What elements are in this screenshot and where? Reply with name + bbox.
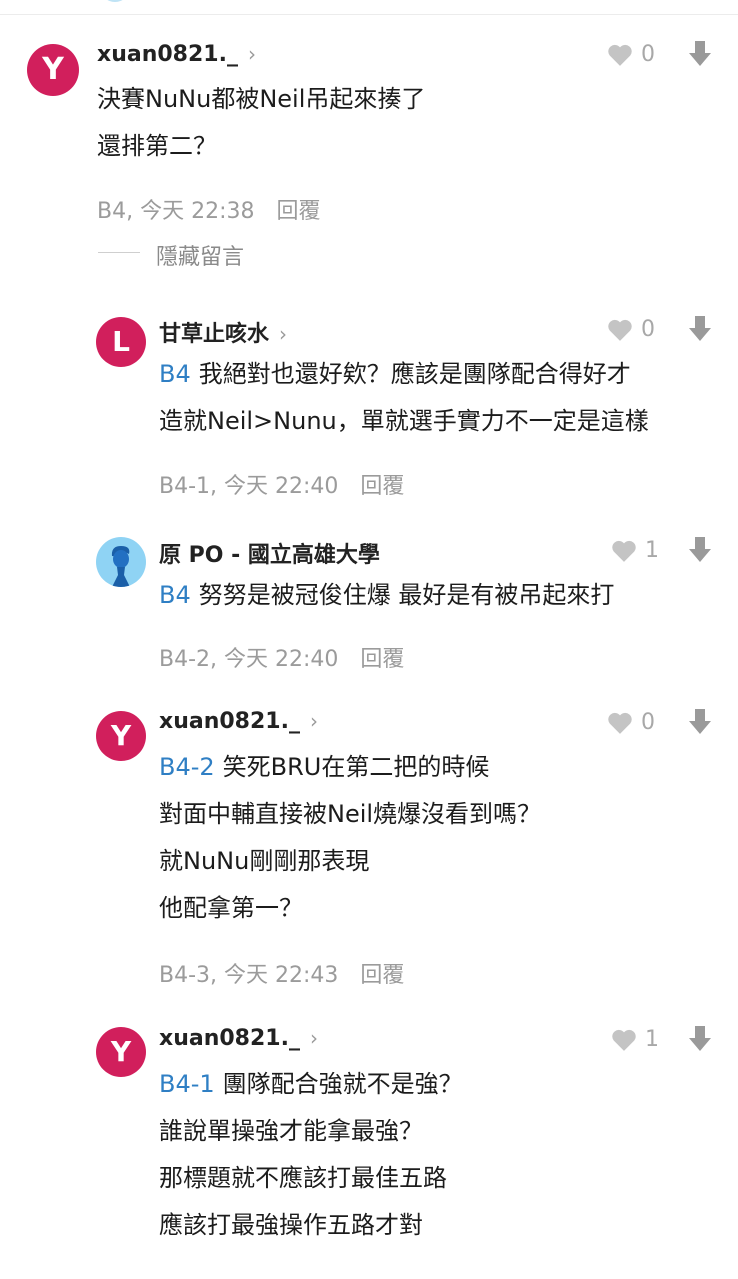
hide-comments-button[interactable]: 隱藏留言 (156, 239, 244, 271)
like-button[interactable]: 0 (607, 710, 655, 735)
like-count: 0 (641, 317, 655, 342)
comment-line: 還排第二？ (97, 132, 217, 160)
comment-text: 決賽NuNu都被Neil吊起來揍了 還排第二？ (97, 76, 425, 170)
author-name[interactable]: 甘草止咳水 › (159, 316, 287, 348)
heart-icon (608, 712, 632, 734)
floor-reference-link[interactable]: B4-1 (159, 1070, 215, 1098)
heart-icon (612, 1029, 636, 1051)
downvote-arrow-icon[interactable] (688, 316, 712, 342)
floor-reference-link[interactable]: B4 (159, 581, 191, 609)
comment-meta: B4-3, 今天 22:43 回覆 (159, 957, 404, 989)
comment-line: B4 我絕對也還好欸？應該是團隊配合得好才 (159, 360, 631, 388)
comment-text: B4-1 團隊配合強就不是強？ 誰說單操強才能拿最強？ 那標題就不應該打最佳五路 … (159, 1061, 463, 1249)
floor-timestamp: B4, 今天 22:38 (97, 199, 255, 224)
avatar[interactable] (96, 537, 146, 587)
comment-line: B4-1 團隊配合強就不是強？ (159, 1070, 463, 1098)
hide-divider (98, 252, 140, 253)
reply-button[interactable]: 回覆 (360, 474, 404, 499)
comment-text: B4 努努是被冠俊住爆 最好是有被吊起來打 (159, 572, 614, 619)
heart-icon (612, 540, 636, 562)
author-name[interactable]: xuan0821._ › (159, 1026, 318, 1051)
floor-timestamp: B4-1, 今天 22:40 (159, 474, 339, 499)
person-silhouette-icon (111, 546, 130, 587)
comment-meta: B4-1, 今天 22:40 回覆 (159, 468, 404, 500)
like-count: 1 (645, 1027, 659, 1052)
comment-text: B4 我絕對也還好欸？應該是團隊配合得好才 造就Neil>Nunu，單就選手實力不… (159, 351, 649, 445)
chevron-right-icon: › (247, 42, 256, 66)
chevron-right-icon: › (279, 322, 288, 346)
avatar[interactable]: Y (96, 711, 146, 761)
author-name[interactable]: xuan0821._ › (159, 709, 318, 734)
floor-reference-link[interactable]: B4 (159, 360, 191, 388)
comment-line: B4 努努是被冠俊住爆 最好是有被吊起來打 (159, 581, 615, 609)
comment-line: 誰說單操強才能拿最強？ (159, 1117, 423, 1145)
comment-meta: B4-2, 今天 22:40 回覆 (159, 641, 404, 673)
like-button[interactable]: 0 (607, 42, 655, 67)
avatar[interactable]: Y (96, 1027, 146, 1077)
like-count: 0 (641, 710, 655, 735)
floor-timestamp: B4-2, 今天 22:40 (159, 647, 339, 672)
comment-line: 對面中輔直接被Neil燒爆沒看到嗎？ (159, 800, 542, 828)
comment-line: 造就Neil>Nunu，單就選手實力不一定是這樣 (159, 407, 649, 435)
previous-avatar-edge (100, 0, 130, 2)
comment-line: 應該打最強操作五路才對 (159, 1211, 423, 1239)
author-name[interactable]: 原 PO - 國立高雄大學 (159, 537, 380, 569)
floor-timestamp: B4-3, 今天 22:43 (159, 963, 339, 988)
comment-meta: B4, 今天 22:38 回覆 (97, 193, 321, 225)
heart-icon (608, 319, 632, 341)
author-name[interactable]: xuan0821._ › (97, 42, 256, 67)
downvote-arrow-icon[interactable] (688, 41, 712, 67)
comment-line: 就NuNu剛剛那表現 (159, 847, 370, 875)
reply-button[interactable]: 回覆 (360, 647, 404, 672)
avatar[interactable]: L (96, 317, 146, 367)
top-divider (0, 14, 738, 15)
floor-reference-link[interactable]: B4-2 (159, 753, 215, 781)
reply-button[interactable]: 回覆 (360, 963, 404, 988)
comment-line: 那標題就不應該打最佳五路 (159, 1164, 447, 1192)
like-button[interactable]: 0 (607, 317, 655, 342)
like-count: 0 (641, 42, 655, 67)
chevron-right-icon: › (309, 709, 318, 733)
downvote-arrow-icon[interactable] (688, 709, 712, 735)
downvote-arrow-icon[interactable] (688, 1026, 712, 1052)
downvote-arrow-icon[interactable] (688, 537, 712, 563)
like-count: 1 (645, 538, 659, 563)
like-button[interactable]: 1 (611, 1027, 659, 1052)
like-button[interactable]: 1 (611, 538, 659, 563)
comment-line: 決賽NuNu都被Neil吊起來揍了 (97, 85, 426, 113)
chevron-right-icon: › (309, 1026, 318, 1050)
heart-icon (608, 44, 632, 66)
comment-text: B4-2 笑死BRU在第二把的時候 對面中輔直接被Neil燒爆沒看到嗎？ 就NuN… (159, 744, 541, 932)
reply-button[interactable]: 回覆 (276, 199, 320, 224)
avatar[interactable]: Y (27, 44, 79, 96)
comment-line: B4-2 笑死BRU在第二把的時候 (159, 753, 490, 781)
comment-line: 他配拿第一？ (159, 894, 303, 922)
